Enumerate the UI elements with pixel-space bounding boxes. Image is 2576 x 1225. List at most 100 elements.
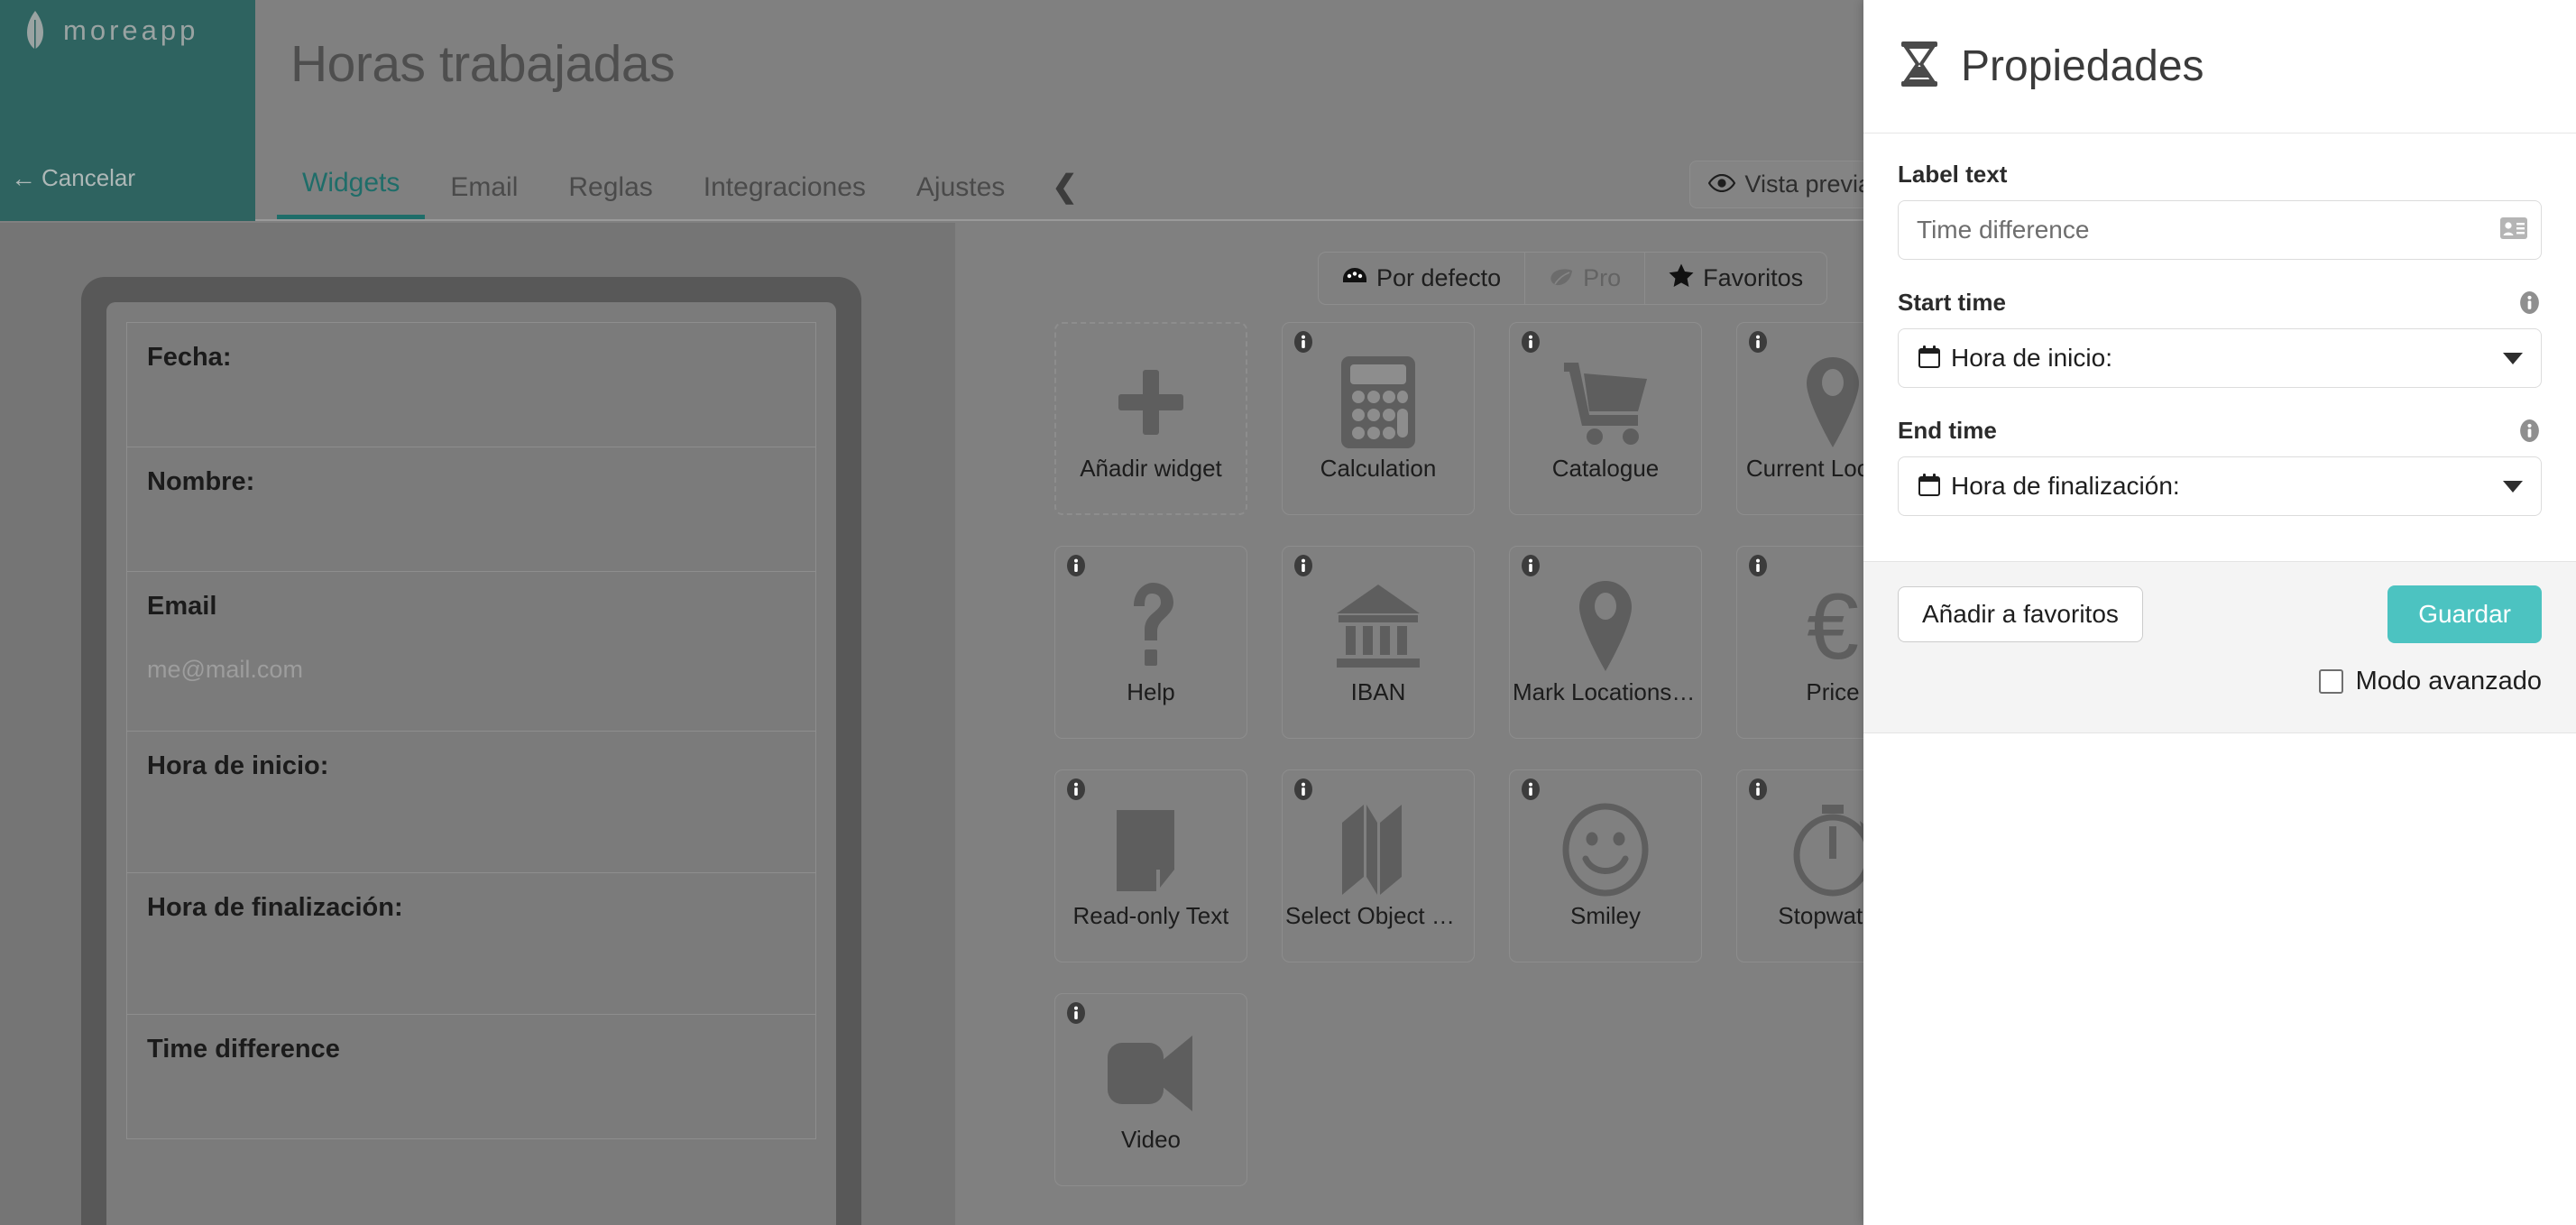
tab-ajustes[interactable]: Ajustes — [891, 172, 1030, 219]
info-icon[interactable] — [1519, 330, 1542, 354]
select-left: Hora de finalización: — [1917, 472, 2180, 502]
tab-integraciones[interactable]: Integraciones — [678, 172, 891, 219]
widget-label: Añadir widget — [1080, 454, 1222, 482]
field-label-text: Label text Time difference — [1898, 161, 2542, 260]
logo-wordmark: moreapp — [63, 14, 199, 46]
chevron-left-icon[interactable]: ❮ — [1030, 169, 1099, 219]
document-icon — [1111, 803, 1191, 897]
widget-label: Price — [1806, 677, 1860, 705]
calculator-icon — [1340, 355, 1416, 449]
end-time-select[interactable]: Hora de finalización: — [1898, 456, 2542, 516]
info-icon[interactable] — [1746, 554, 1770, 577]
widget-card-video[interactable]: Video — [1054, 993, 1247, 1186]
info-icon[interactable] — [2517, 290, 2542, 315]
info-icon[interactable] — [1519, 554, 1542, 577]
form-row-label: Time difference — [147, 1035, 340, 1064]
dashboard-icon — [1342, 264, 1367, 292]
form-row-label: Nombre: — [147, 467, 255, 496]
video-camera-icon — [1106, 1027, 1196, 1120]
form-row-label: Email — [147, 592, 217, 621]
question-mark-icon — [1123, 579, 1179, 673]
cancel-button[interactable]: ← Cancelar — [11, 164, 135, 192]
end-time-value: Hora de finalización: — [1951, 472, 2180, 500]
widget-label: Calculation — [1320, 454, 1437, 482]
sidebar: moreapp ← Cancelar — [0, 0, 255, 221]
tab-widgets[interactable]: Widgets — [277, 168, 426, 219]
info-icon[interactable] — [1292, 778, 1315, 801]
widget-label: Help — [1127, 677, 1175, 705]
widget-label: Mark Locations o... — [1513, 677, 1698, 705]
form-row[interactable]: Nombre: — [127, 447, 815, 572]
arrow-left-icon: ← — [11, 163, 36, 192]
form-row-label: Hora de inicio: — [147, 751, 329, 780]
filter-por-defecto[interactable]: Por defecto — [1319, 253, 1526, 304]
info-icon[interactable] — [1064, 778, 1088, 801]
add-to-favorites-button[interactable]: Añadir a favoritos — [1898, 586, 2143, 642]
widget-card-mark-locations[interactable]: Mark Locations o... — [1509, 546, 1702, 739]
widget-card-add[interactable]: Añadir widget — [1054, 322, 1247, 515]
widget-filter-group: Por defecto Pro Favoritos — [1318, 252, 1828, 305]
preview-label: Vista previa — [1744, 170, 1872, 198]
euro-icon: € — [1795, 579, 1871, 673]
filter-label: Por defecto — [1376, 264, 1502, 291]
preview-button[interactable]: Vista previa — [1689, 161, 1891, 208]
advanced-mode-label: Modo avanzado — [2355, 667, 2542, 695]
chevron-down-icon[interactable] — [2503, 480, 2523, 493]
advanced-mode-checkbox[interactable] — [2318, 669, 2343, 694]
info-icon[interactable] — [1292, 330, 1315, 354]
svg-text:€: € — [1807, 579, 1859, 673]
info-icon[interactable] — [1064, 554, 1088, 577]
form-row-selected[interactable]: Time difference — [127, 1015, 815, 1139]
field-label-row: End time — [1898, 417, 2542, 445]
widget-label: Read-only Text — [1072, 901, 1229, 929]
eye-icon — [1708, 170, 1736, 198]
form-row-label: Hora de finalización: — [147, 893, 403, 922]
widget-label: Catalogue — [1551, 454, 1660, 482]
field-start-time: Start time Hora de inicio: — [1898, 289, 2542, 388]
info-icon[interactable] — [1746, 330, 1770, 354]
properties-header: Propiedades — [1863, 0, 2576, 134]
field-label: Start time — [1898, 289, 2006, 316]
form-row[interactable]: Hora de inicio: — [127, 732, 815, 873]
chevron-down-icon[interactable] — [2503, 352, 2523, 364]
filter-favoritos[interactable]: Favoritos — [1645, 253, 1826, 304]
info-icon[interactable] — [1292, 554, 1315, 577]
info-icon[interactable] — [1746, 778, 1770, 801]
map-pin-icon — [1805, 355, 1861, 449]
properties-footer: Añadir a favoritos Guardar Modo avanzado — [1863, 561, 2576, 733]
form-row[interactable]: Email me@mail.com — [127, 572, 815, 732]
widget-card-catalogue[interactable]: Catalogue — [1509, 322, 1702, 515]
properties-panel: Propiedades Label text Time difference S… — [1863, 0, 2576, 1225]
tab-reglas[interactable]: Reglas — [543, 172, 677, 219]
bank-icon — [1333, 579, 1423, 673]
contact-card-icon[interactable] — [2499, 215, 2528, 246]
widget-grid: Añadir widget Calculation Catalogue Curr… — [1054, 322, 1929, 1186]
label-text-input[interactable]: Time difference — [1898, 200, 2542, 260]
start-time-select[interactable]: Hora de inicio: — [1898, 328, 2542, 388]
hourglass-icon — [1898, 41, 1941, 92]
tab-email[interactable]: Email — [425, 172, 543, 219]
widget-card-calculation[interactable]: Calculation — [1282, 322, 1475, 515]
phone-frame: Fecha: Nombre: Email me@mail.com Hora de… — [81, 277, 861, 1225]
advanced-mode-row: Modo avanzado — [1898, 667, 2542, 696]
select-left: Hora de inicio: — [1917, 344, 2112, 373]
widget-card-iban[interactable]: IBAN — [1282, 546, 1475, 739]
form-row-value: me@mail.com — [147, 656, 303, 683]
widget-card-help[interactable]: Help — [1054, 546, 1247, 739]
calendar-icon — [1917, 472, 1942, 502]
filter-pro[interactable]: Pro — [1525, 253, 1646, 304]
form-row[interactable]: Fecha: — [127, 323, 815, 447]
plus-icon — [1111, 355, 1191, 449]
properties-title: Propiedades — [1961, 42, 2204, 90]
info-icon[interactable] — [1064, 1001, 1088, 1025]
widget-card-select-object[interactable]: Select Object On ... — [1282, 769, 1475, 962]
app-root: moreapp ← Cancelar Horas trabajadas Widg… — [0, 0, 2576, 1225]
map-pin-icon — [1578, 579, 1633, 673]
save-button[interactable]: Guardar — [2387, 585, 2542, 643]
widget-card-readonly-text[interactable]: Read-only Text — [1054, 769, 1247, 962]
widget-card-smiley[interactable]: Smiley — [1509, 769, 1702, 962]
form-row[interactable]: Hora de finalización: — [127, 873, 815, 1015]
info-icon[interactable] — [2517, 419, 2542, 443]
shopping-cart-icon — [1560, 355, 1651, 449]
info-icon[interactable] — [1519, 778, 1542, 801]
